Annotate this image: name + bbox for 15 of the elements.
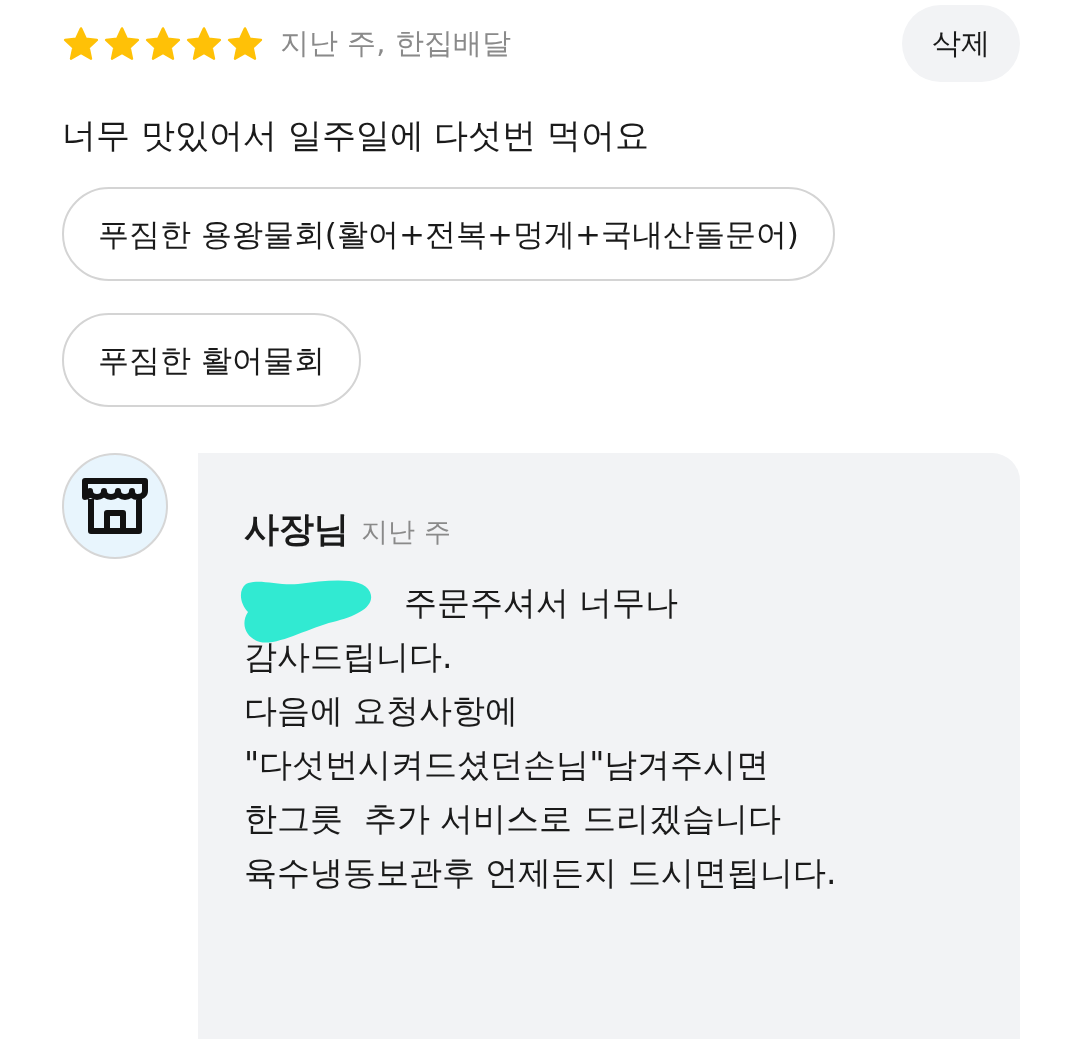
reply-author: 사장님	[244, 508, 349, 551]
menu-tag: 푸짐한 활어물회	[62, 313, 361, 407]
menu-tag: 푸짐한 용왕물회(활어+전복+멍게+국내산돌문어)	[62, 187, 835, 281]
star-icon	[226, 25, 264, 62]
reply-time: 지난 주	[361, 515, 451, 549]
store-icon	[79, 475, 151, 537]
review-meta: 지난 주, 한집배달	[280, 24, 511, 62]
star-icon	[62, 25, 100, 62]
star-icon	[103, 25, 141, 62]
star-icon	[185, 25, 223, 62]
reply-text: 감사드립니다. 다음에 요청사항에 "다섯번시켜드셨던손님"남겨주시면 한그릇 추가 서비스로 드리겠습니다 육수냉동보관후 언제든지 드시면됩니다.	[244, 635, 838, 894]
reply-text: 주문주셔서 너무나	[404, 581, 679, 624]
review-text: 너무 맛있어서 일주일에 다섯번 먹어요	[62, 114, 651, 157]
delete-button[interactable]: 삭제	[902, 5, 1020, 82]
star-icon	[144, 25, 182, 62]
